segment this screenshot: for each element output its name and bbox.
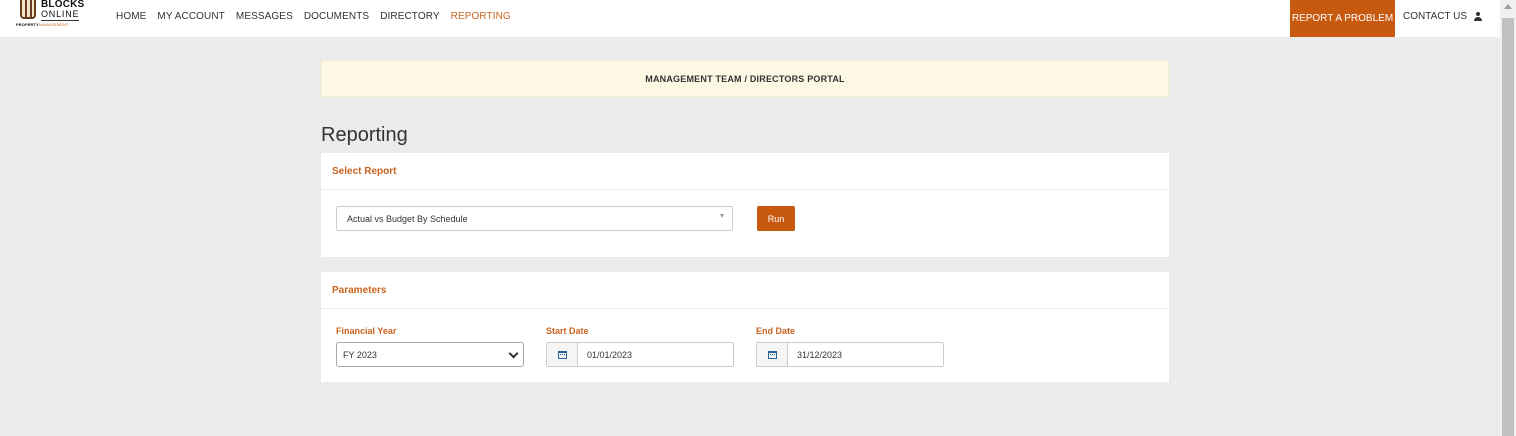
user-icon[interactable] xyxy=(1474,12,1482,22)
end-date-input[interactable]: 31/12/2023 xyxy=(788,343,943,366)
report-select-value: Actual vs Budget By Schedule xyxy=(347,213,468,224)
financial-year-select[interactable]: FY 2023 xyxy=(336,342,524,367)
main-nav: HOME MY ACCOUNT MESSAGES DOCUMENTS DIREC… xyxy=(116,11,511,22)
blocks-online-logo[interactable]: BLOCKS ONLINE PROPERTYMANAGEMENT xyxy=(14,0,86,30)
nav-documents[interactable]: DOCUMENTS xyxy=(304,11,369,22)
caret-down-icon xyxy=(720,214,724,218)
top-navbar: BLOCKS ONLINE PROPERTYMANAGEMENT HOME MY… xyxy=(0,0,1500,37)
nav-home[interactable]: HOME xyxy=(116,11,146,22)
start-date-field: 01/01/2023 xyxy=(546,342,734,367)
end-date-label: End Date xyxy=(756,326,796,336)
shopping-bag-logo-icon xyxy=(20,0,36,19)
calendar-icon xyxy=(557,350,567,359)
nav-messages[interactable]: MESSAGES xyxy=(236,11,293,22)
scrollbar-thumb[interactable] xyxy=(1502,18,1514,436)
calendar-icon xyxy=(767,350,777,359)
parameters-heading: Parameters xyxy=(321,272,1169,309)
report-problem-button[interactable]: REPORT A PROBLEM xyxy=(1290,0,1395,37)
logo-tagline-a: PROPERTY xyxy=(16,22,39,27)
nav-my-account[interactable]: MY ACCOUNT xyxy=(157,11,225,22)
end-date-calendar-button[interactable] xyxy=(757,343,788,366)
start-date-label: Start Date xyxy=(546,326,589,336)
logo-tagline: PROPERTYMANAGEMENT xyxy=(16,22,68,27)
portal-banner: MANAGEMENT TEAM / DIRECTORS PORTAL xyxy=(321,60,1169,97)
nav-directory[interactable]: DIRECTORY xyxy=(380,11,439,22)
select-report-heading: Select Report xyxy=(321,153,1169,190)
contact-us-link[interactable]: CONTACT US xyxy=(1403,11,1467,22)
nav-reporting[interactable]: REPORTING xyxy=(451,11,511,22)
logo-line2: ONLINE xyxy=(41,9,80,21)
vertical-scrollbar[interactable] xyxy=(1500,0,1516,436)
page-title: Reporting xyxy=(321,124,408,146)
scroll-up-arrow-icon[interactable] xyxy=(1504,4,1512,9)
select-report-panel: Select Report Actual vs Budget By Schedu… xyxy=(321,153,1169,257)
financial-year-label: Financial Year xyxy=(336,326,397,336)
chevron-down-icon xyxy=(508,348,519,359)
start-date-input[interactable]: 01/01/2023 xyxy=(578,343,733,366)
start-date-calendar-button[interactable] xyxy=(547,343,578,366)
logo-tagline-b: MANAGEMENT xyxy=(38,22,69,27)
report-select[interactable]: Actual vs Budget By Schedule xyxy=(336,206,733,231)
end-date-field: 31/12/2023 xyxy=(756,342,944,367)
financial-year-value: FY 2023 xyxy=(343,349,377,360)
run-button[interactable]: Run xyxy=(757,206,795,231)
parameters-panel: Parameters Financial Year FY 2023 Start … xyxy=(321,272,1169,382)
